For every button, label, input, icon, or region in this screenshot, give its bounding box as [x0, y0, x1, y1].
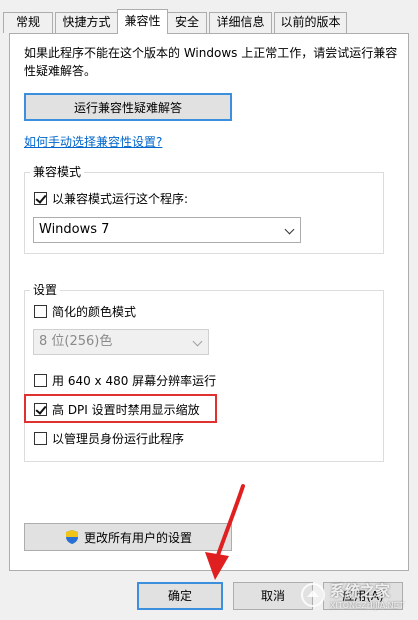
res-640-row[interactable]: 用 640 x 480 屏幕分辨率运行	[34, 372, 216, 388]
reduced-color-label: 简化的颜色模式	[52, 304, 137, 319]
run-compat-label: 以兼容模式运行这个程序:	[52, 191, 189, 206]
os-select[interactable]: Windows 7	[33, 217, 301, 243]
tab-general[interactable]: 常规	[3, 12, 53, 33]
run-compat-row[interactable]: 以兼容模式运行这个程序:	[34, 190, 188, 206]
reduced-color-checkbox[interactable]	[34, 304, 47, 318]
chevron-down-icon	[192, 336, 203, 347]
tab-security[interactable]: 安全	[167, 12, 207, 33]
tab-strip: 常规 快捷方式 兼容性 安全 详细信息 以前的版本	[0, 0, 418, 34]
run-admin-row[interactable]: 以管理员身份运行此程序	[34, 430, 184, 446]
run-compat-checkbox[interactable]	[34, 191, 47, 205]
os-select-value: Windows 7	[39, 222, 110, 237]
res-640-checkbox[interactable]	[34, 373, 47, 387]
reduced-color-row[interactable]: 简化的颜色模式	[34, 303, 136, 319]
change-all-users-label: 更改所有用户的设置	[83, 530, 192, 545]
watermark-subtext: XITONGZHIJIA.NET	[330, 601, 404, 610]
color-mode-value: 8 位(256)色	[39, 334, 113, 349]
run-admin-checkbox[interactable]	[34, 431, 47, 445]
res-640-label: 用 640 x 480 屏幕分辨率运行	[52, 373, 217, 388]
red-arrow-annotation	[205, 484, 245, 580]
run-admin-label: 以管理员身份运行此程序	[52, 431, 185, 446]
watermark-logo-icon	[301, 583, 325, 607]
run-troubleshooter-button[interactable]: 运行兼容性疑难解答	[24, 93, 232, 121]
chevron-down-icon	[284, 224, 295, 235]
dpi-highlight-box	[24, 394, 217, 423]
tab-shortcut[interactable]: 快捷方式	[55, 12, 118, 33]
manual-settings-link[interactable]: 如何手动选择兼容性设置?	[24, 133, 162, 150]
color-mode-select: 8 位(256)色	[33, 329, 209, 355]
tab-details[interactable]: 详细信息	[209, 12, 272, 33]
compat-mode-label: 兼容模式	[30, 165, 85, 179]
compat-description: 如果此程序不能在这个版本的 Windows 上正常工作，请尝试运行兼容性疑难解答…	[24, 46, 398, 78]
settings-label: 设置	[30, 283, 61, 297]
watermark: 系统之家 XITONGZHIJIA.NET	[300, 572, 414, 618]
watermark-text-block: 系统之家 XITONGZHIJIA.NET	[330, 580, 404, 610]
tab-previous-versions[interactable]: 以前的版本	[274, 12, 347, 33]
uac-shield-icon	[65, 530, 78, 544]
tab-compatibility[interactable]: 兼容性	[117, 9, 168, 34]
watermark-text: 系统之家	[330, 582, 391, 600]
